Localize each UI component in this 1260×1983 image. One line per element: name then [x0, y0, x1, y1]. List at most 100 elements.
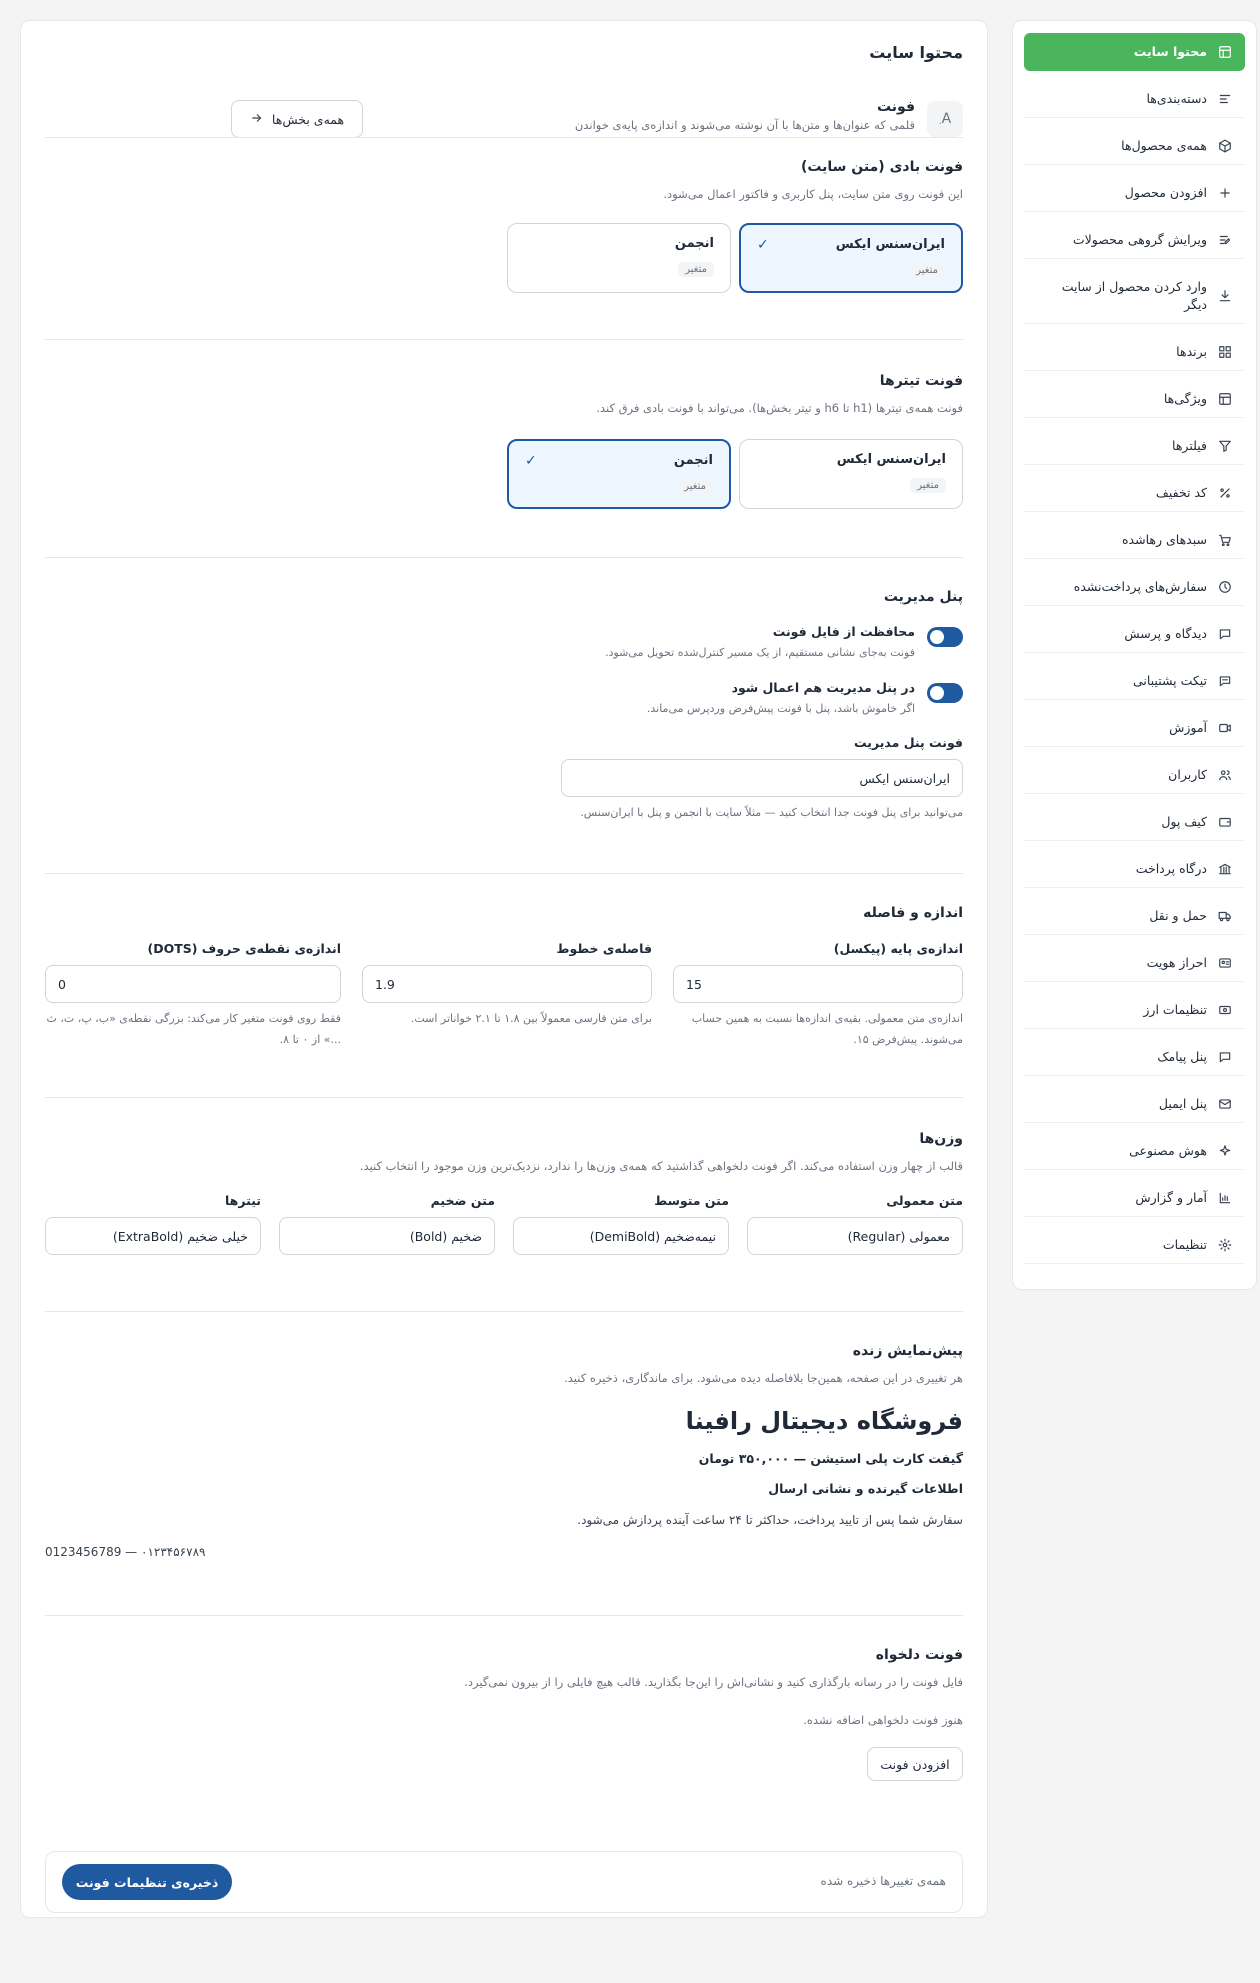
sidebar-item-label: همه‌ی محصول‌ها	[1121, 137, 1207, 153]
preview-desc: هر تغییری در این صفحه، همین‌جا بلافاصله …	[564, 1371, 963, 1385]
sidebar-item-label: ویرایش گروهی محصولات	[1072, 231, 1207, 247]
sidebar: محتوا سایت دسته‌بندی‌ها همه‌ی محصول‌ها افزو…	[1012, 20, 1257, 1290]
apply-admin-toggle[interactable]	[927, 683, 963, 703]
divider	[45, 1311, 963, 1312]
sidebar-item-8[interactable]: فیلترها	[1024, 427, 1245, 465]
sidebar-item-5[interactable]: وارد کردن محصول از سایت دیگر	[1024, 268, 1245, 324]
custom-font-desc: فایل فونت را در رسانه بارگذاری کنید و نش…	[464, 1675, 963, 1689]
sidebar-item-17[interactable]: درگاه پرداخت	[1024, 850, 1245, 888]
sidebar-item-19[interactable]: احراز هویت	[1024, 944, 1245, 982]
admin-title: پنل مدیریت	[883, 589, 963, 605]
sidebar-item-3[interactable]: افزودن محصول	[1024, 174, 1245, 212]
sidebar-item-22[interactable]: پنل ایمیل	[1024, 1085, 1245, 1123]
sidebar-item-12[interactable]: دیدگاه و پرسش	[1024, 615, 1245, 653]
weight-medium-select[interactable]: نیمه‌ضخیم (DemiBold)	[513, 1217, 729, 1255]
divider	[45, 557, 963, 558]
sidebar-item-20[interactable]: تنظیمات ارز	[1024, 991, 1245, 1029]
layout-icon	[1217, 44, 1233, 60]
sidebar-item-label: دیدگاه و پرسش	[1124, 625, 1207, 641]
save-font-settings-button[interactable]: ذخیره‌ی تنظیمات فونت	[62, 1864, 232, 1900]
truck-icon	[1217, 908, 1233, 924]
body-font-option-iransans[interactable]: ایران‌سنس ایکس متغیر ✓	[739, 223, 963, 293]
sidebar-item-label: افزودن محصول	[1124, 184, 1207, 200]
apply-admin-title: در پنل مدیریت هم اعمال شود	[731, 680, 915, 695]
sidebar-item-18[interactable]: حمل و نقل	[1024, 897, 1245, 935]
plus-icon	[1217, 185, 1233, 201]
title-font-title: فونت تیترها	[879, 373, 963, 389]
layout-icon	[1217, 391, 1233, 407]
list-icon	[1217, 91, 1233, 107]
preview-product: گیفت کارت پلی استیشن — ۳۵۰,۰۰۰ تومان	[698, 1451, 963, 1466]
sidebar-item-label: هوش مصنوعی	[1129, 1142, 1207, 1158]
body-font-desc: این فونت روی متن سایت، پنل کاربری و فاکت…	[663, 187, 963, 201]
sidebar-item-label: سفارش‌های پرداخت‌نشده	[1073, 578, 1207, 594]
sidebar-item-label: حمل و نقل	[1149, 907, 1207, 923]
line-height-input[interactable]: 1.9	[362, 965, 652, 1003]
ticket-icon	[1217, 673, 1233, 689]
sidebar-item-11[interactable]: سفارش‌های پرداخت‌نشده	[1024, 568, 1245, 606]
dots-input[interactable]: 0	[45, 965, 341, 1003]
sidebar-item-label: فیلترها	[1172, 437, 1207, 453]
sidebar-item-label: دسته‌بندی‌ها	[1146, 90, 1207, 106]
download-icon	[1217, 288, 1233, 304]
sidebar-item-2[interactable]: همه‌ی محصول‌ها	[1024, 127, 1245, 165]
sidebar-item-15[interactable]: کاربران	[1024, 756, 1245, 794]
sidebar-item-13[interactable]: تیکت پشتیبانی	[1024, 662, 1245, 700]
check-icon: ✓	[757, 237, 769, 253]
sidebar-item-label: کیف پول	[1161, 813, 1207, 829]
sidebar-item-24[interactable]: آمار و گزارش	[1024, 1179, 1245, 1217]
sparkle-icon	[1217, 1143, 1233, 1159]
sidebar-item-21[interactable]: پنل پیامک	[1024, 1038, 1245, 1076]
sidebar-item-label: سبدهای رهاشده	[1122, 531, 1207, 547]
sidebar-item-4[interactable]: ویرایش گروهی محصولات	[1024, 221, 1245, 259]
sidebar-item-label: کاربران	[1168, 766, 1207, 782]
check-icon: ✓	[525, 453, 537, 469]
save-status: همه‌ی تغییرها ذخیره شده	[820, 1874, 946, 1888]
sidebar-item-label: محتوا سایت	[1133, 44, 1207, 60]
protect-font-toggle[interactable]	[927, 627, 963, 647]
sidebar-item-25[interactable]: تنظیمات	[1024, 1226, 1245, 1264]
section-title: فونت	[876, 99, 915, 115]
sidebar-item-9[interactable]: کد تخفیف	[1024, 474, 1245, 512]
percent-icon	[1217, 485, 1233, 501]
base-size-input[interactable]: 15	[673, 965, 963, 1003]
box-icon	[1217, 138, 1233, 154]
page-title: محتوا سایت	[869, 43, 963, 62]
weight-titles-select[interactable]: خیلی ضخیم (ExtraBold)	[45, 1217, 261, 1255]
body-font-option-anjoman[interactable]: انجمن متغیر	[507, 223, 731, 293]
sidebar-item-label: تنظیمات	[1162, 1236, 1207, 1252]
video-icon	[1217, 720, 1233, 736]
sidebar-item-7[interactable]: ویژگی‌ها	[1024, 380, 1245, 418]
admin-font-label: فونت پنل مدیریت	[854, 735, 963, 750]
sidebar-item-label: پنل پیامک	[1157, 1048, 1207, 1064]
line-height-hint: برای متن فارسی معمولاً بین ۱.۸ تا ۲.۱ خو…	[410, 1012, 652, 1025]
clock-icon	[1217, 579, 1233, 595]
sidebar-item-label: احراز هویت	[1146, 954, 1207, 970]
preview-numbers: ۰۱۲۳۴۵۶۷۸۹ — 0123456789	[45, 1545, 206, 1559]
sidebar-item-16[interactable]: کیف پول	[1024, 803, 1245, 841]
weight-regular-select[interactable]: معمولی (Regular)	[747, 1217, 963, 1255]
add-font-button[interactable]: افزودن فونت	[867, 1747, 963, 1781]
weight-titles-label: تیترها	[224, 1193, 261, 1208]
title-font-option-iransans[interactable]: ایران‌سنس ایکس متغیر	[739, 439, 963, 509]
sidebar-item-0[interactable]: محتوا سایت	[1024, 33, 1245, 71]
custom-font-title: فونت دلخواه	[875, 1647, 963, 1663]
all-sections-button[interactable]: همه‌ی بخش‌ها	[231, 100, 363, 138]
sidebar-item-23[interactable]: هوش مصنوعی	[1024, 1132, 1245, 1170]
weights-desc: قالب از چهار وزن استفاده می‌کند. اگر فون…	[359, 1159, 963, 1173]
weight-bold-label: متن ضخیم	[430, 1193, 495, 1208]
sidebar-item-6[interactable]: برندها	[1024, 333, 1245, 371]
title-font-option-anjoman[interactable]: انجمن متغیر ✓	[507, 439, 731, 509]
admin-font-select[interactable]: ایران‌سنس ایکس	[561, 759, 963, 797]
weight-bold-select[interactable]: ضخیم (Bold)	[279, 1217, 495, 1255]
divider	[45, 1615, 963, 1616]
base-size-label: اندازه‌ی پایه (پیکسل)	[833, 941, 963, 956]
weight-medium-label: متن متوسط	[654, 1193, 729, 1208]
sidebar-item-14[interactable]: آموزش	[1024, 709, 1245, 747]
dots-hint: فقط روی فونت متغیر کار می‌کند: بزرگی نقط…	[46, 1012, 341, 1046]
bank-icon	[1217, 861, 1233, 877]
sidebar-item-label: کد تخفیف	[1155, 484, 1207, 500]
sidebar-item-10[interactable]: سبدهای رهاشده	[1024, 521, 1245, 559]
back-arrow-icon	[250, 111, 264, 128]
sidebar-item-1[interactable]: دسته‌بندی‌ها	[1024, 80, 1245, 118]
